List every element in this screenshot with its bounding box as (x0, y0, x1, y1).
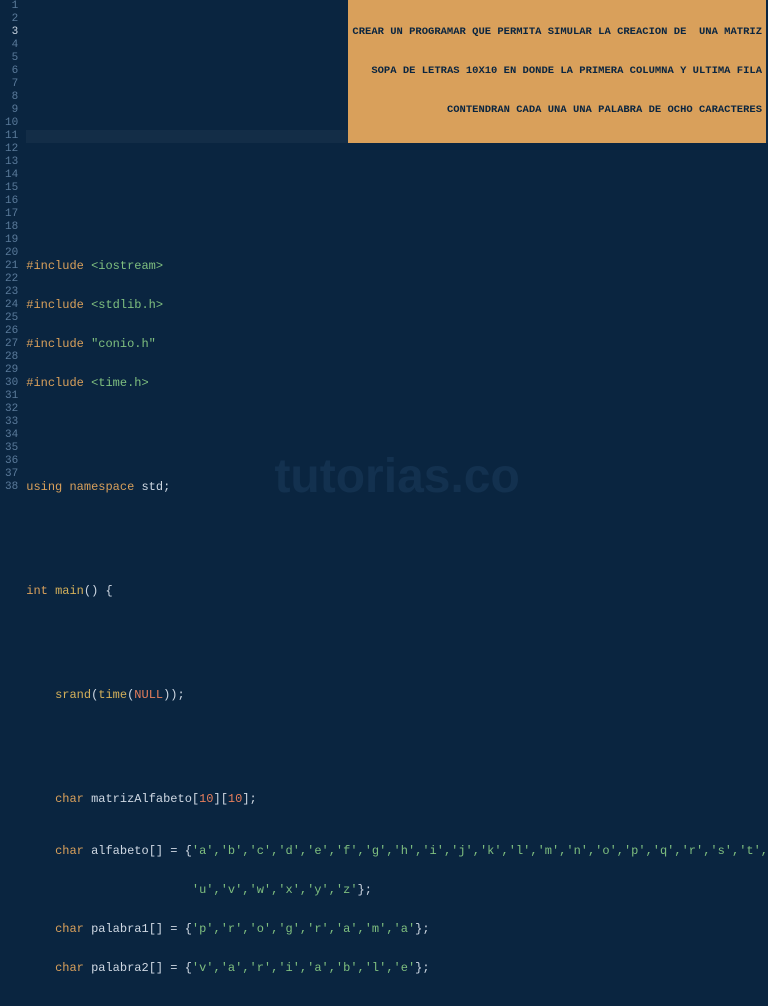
code-line[interactable] (26, 208, 768, 221)
line-number: 8 (0, 91, 18, 104)
code-line[interactable]: #include <stdlib.h> (26, 299, 768, 312)
line-number: 1 (0, 0, 18, 13)
line-number: 19 (0, 234, 18, 247)
line-number: 18 (0, 221, 18, 234)
code-line[interactable] (26, 741, 768, 754)
line-number: 21 (0, 260, 18, 273)
line-number: 29 (0, 364, 18, 377)
line-number: 38 (0, 481, 18, 494)
line-number: 31 (0, 390, 18, 403)
line-number: 35 (0, 442, 18, 455)
line-number: 36 (0, 455, 18, 468)
line-number: 5 (0, 52, 18, 65)
code-line[interactable]: 'u','v','w','x','y','z'}; (26, 884, 768, 897)
line-number: 3 (0, 26, 18, 39)
code-line[interactable]: char palabra1[] = {'p','r','o','g','r','… (26, 923, 768, 936)
code-line[interactable]: #include <time.h> (26, 377, 768, 390)
code-line[interactable]: char palabra2[] = {'v','a','r','i','a','… (26, 962, 768, 975)
line-number: 11 (0, 130, 18, 143)
banner-line: CONTENDRAN CADA UNA UNA PALABRA DE OCHO … (352, 104, 762, 117)
line-number: 10 (0, 117, 18, 130)
line-number: 4 (0, 39, 18, 52)
line-number: 15 (0, 182, 18, 195)
line-number: 6 (0, 65, 18, 78)
line-number: 34 (0, 429, 18, 442)
line-number: 33 (0, 416, 18, 429)
comment-banner: CREAR UN PROGRAMAR QUE PERMITA SIMULAR L… (348, 0, 766, 143)
code-line[interactable] (26, 169, 768, 182)
code-line[interactable]: char alfabeto[] = {'a','b','c','d','e','… (26, 845, 768, 858)
code-editor: 1234567891011121314151617181920212223242… (0, 0, 768, 503)
code-line[interactable]: int main() { (26, 585, 768, 598)
code-area[interactable]: CREAR UN PROGRAMAR QUE PERMITA SIMULAR L… (26, 0, 768, 503)
line-number: 17 (0, 208, 18, 221)
line-number: 20 (0, 247, 18, 260)
line-number: 2 (0, 13, 18, 26)
code-line[interactable] (26, 429, 768, 442)
line-number: 13 (0, 156, 18, 169)
line-number: 12 (0, 143, 18, 156)
line-number: 32 (0, 403, 18, 416)
code-line[interactable]: using namespace std; (26, 481, 768, 494)
code-line[interactable] (26, 533, 768, 546)
code-line[interactable]: srand(time(NULL)); (26, 689, 768, 702)
line-number: 7 (0, 78, 18, 91)
line-number: 24 (0, 299, 18, 312)
code-line[interactable] (26, 637, 768, 650)
line-number: 37 (0, 468, 18, 481)
line-number: 22 (0, 273, 18, 286)
code-line[interactable]: #include <iostream> (26, 260, 768, 273)
line-number: 26 (0, 325, 18, 338)
line-number: 28 (0, 351, 18, 364)
line-number: 27 (0, 338, 18, 351)
line-number: 16 (0, 195, 18, 208)
banner-line: CREAR UN PROGRAMAR QUE PERMITA SIMULAR L… (352, 26, 762, 39)
code-line[interactable]: char matrizAlfabeto[10][10]; (26, 793, 768, 806)
line-number: 14 (0, 169, 18, 182)
banner-line: SOPA DE LETRAS 10X10 EN DONDE LA PRIMERA… (352, 65, 762, 78)
line-number: 25 (0, 312, 18, 325)
line-number: 23 (0, 286, 18, 299)
line-number-gutter: 1234567891011121314151617181920212223242… (0, 0, 26, 503)
line-number: 30 (0, 377, 18, 390)
line-number: 9 (0, 104, 18, 117)
code-line[interactable]: #include "conio.h" (26, 338, 768, 351)
